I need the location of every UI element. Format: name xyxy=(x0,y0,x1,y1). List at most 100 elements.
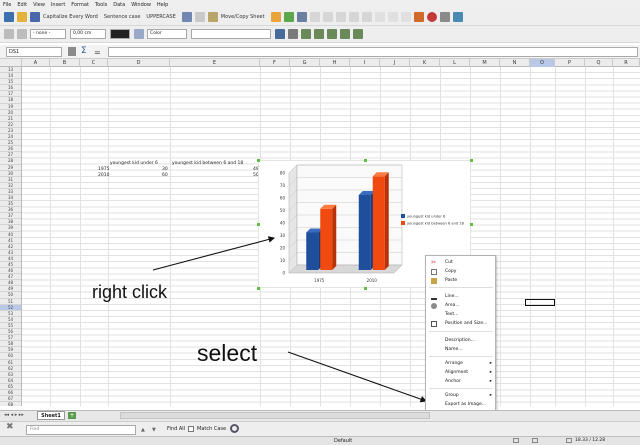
new-document-icon[interactable] xyxy=(4,12,14,22)
column-header[interactable]: K xyxy=(410,59,440,67)
menu-format[interactable]: Format xyxy=(71,2,89,8)
find-replace-icon[interactable] xyxy=(296,12,307,22)
column-header[interactable]: L xyxy=(440,59,470,67)
menu-item-arrange[interactable]: Arrange ▸ xyxy=(426,360,496,368)
area-style-icon[interactable] xyxy=(134,29,144,39)
line-arrow-icon[interactable] xyxy=(4,29,14,39)
view-normal-icon[interactable] xyxy=(513,438,519,443)
table-icon[interactable] xyxy=(309,12,320,22)
menu-item-text[interactable]: Text... xyxy=(426,311,496,319)
line-style-icon[interactable] xyxy=(17,29,27,39)
function-wizard-icon[interactable] xyxy=(68,47,76,56)
menu-item-group[interactable]: Group ▸ xyxy=(426,392,496,400)
menu-item-position-size[interactable]: Position and Size... xyxy=(426,320,496,328)
column-header[interactable]: A xyxy=(22,59,50,67)
area-fill-select[interactable] xyxy=(191,29,271,39)
column-header[interactable]: M xyxy=(470,59,500,67)
selection-handle[interactable] xyxy=(257,287,260,290)
column-header[interactable]: J xyxy=(380,59,410,67)
close-find-icon[interactable]: ✖ xyxy=(6,422,14,432)
column-header[interactable]: P xyxy=(555,59,585,67)
column-header[interactable]: N xyxy=(500,59,530,67)
menu-item-line[interactable]: Line... xyxy=(426,293,496,301)
horizontal-scrollbar[interactable] xyxy=(120,412,430,419)
align-icon[interactable] xyxy=(353,29,363,39)
selection-handle[interactable] xyxy=(364,287,367,290)
sort-icon[interactable] xyxy=(348,12,359,22)
line-color-select[interactable] xyxy=(110,29,130,39)
uppercase-button[interactable]: UPPERCASE xyxy=(146,14,175,20)
to-foreground-icon[interactable] xyxy=(327,29,337,39)
sheet-tab[interactable]: Sheet1 xyxy=(37,411,65,420)
find-replace-icon[interactable] xyxy=(230,424,239,433)
move-copy-sheet-button[interactable]: Move/Copy Sheet xyxy=(221,14,265,20)
to-background-icon[interactable] xyxy=(340,29,350,39)
formula-equals-icon[interactable]: = xyxy=(94,48,101,57)
copy-sheet-icon[interactable] xyxy=(194,12,205,22)
sentence-case-button[interactable]: Sentence case xyxy=(104,14,141,20)
special-char-icon[interactable] xyxy=(439,12,450,22)
menu-edit[interactable]: Edit xyxy=(17,2,27,8)
selection-handle[interactable] xyxy=(257,223,260,226)
menu-view[interactable]: View xyxy=(33,2,45,8)
undo-icon[interactable] xyxy=(270,12,281,22)
save-icon[interactable] xyxy=(30,12,40,22)
column-header[interactable]: I xyxy=(350,59,380,67)
column-header[interactable]: F xyxy=(260,59,290,67)
selection-handle[interactable] xyxy=(470,223,473,226)
menu-file[interactable]: File xyxy=(3,2,11,8)
bring-front-icon[interactable] xyxy=(301,29,311,39)
ship-wheel-icon[interactable] xyxy=(288,29,298,39)
menu-item-name[interactable]: Name... xyxy=(426,346,496,354)
area-color-select[interactable]: Color xyxy=(147,29,187,39)
sum-icon[interactable]: Σ xyxy=(81,46,87,56)
column-header[interactable]: B xyxy=(50,59,80,67)
menu-item-copy[interactable]: Copy xyxy=(426,268,496,276)
image-icon[interactable] xyxy=(181,12,192,22)
find-all-button[interactable]: Find All xyxy=(167,426,185,432)
chart-icon[interactable] xyxy=(400,12,411,22)
column-header[interactable]: R xyxy=(613,59,640,67)
menu-item-description[interactable]: Description... xyxy=(426,337,496,345)
menu-help[interactable]: Help xyxy=(157,2,168,8)
line-width-input[interactable]: 0,00 cm xyxy=(70,29,106,39)
filter-icon[interactable] xyxy=(361,12,372,22)
column-header-selected[interactable]: O xyxy=(530,59,555,67)
comment-icon[interactable] xyxy=(387,12,398,22)
match-case-checkbox[interactable] xyxy=(188,426,194,432)
column-header[interactable]: Q xyxy=(585,59,613,67)
menu-item-cut[interactable]: ✂ Cut xyxy=(426,259,496,267)
column-header[interactable]: C xyxy=(80,59,108,67)
open-folder-icon[interactable] xyxy=(17,12,27,22)
menu-data[interactable]: Data xyxy=(113,2,125,8)
link-icon[interactable] xyxy=(374,12,385,22)
find-previous-icon[interactable]: ▲ xyxy=(141,427,145,433)
insert-image-icon[interactable] xyxy=(413,12,424,22)
menu-item-paste[interactable]: Paste xyxy=(426,277,496,285)
selected-cell[interactable] xyxy=(525,299,555,306)
column-header[interactable]: H xyxy=(320,59,350,67)
name-box[interactable]: DS1 xyxy=(6,47,62,57)
anchor-icon[interactable] xyxy=(275,29,285,39)
menu-item-export-image[interactable]: Export as Image... xyxy=(426,401,496,409)
redo-icon[interactable] xyxy=(283,12,294,22)
line-style-select[interactable]: - none - xyxy=(30,29,66,39)
selection-handle[interactable] xyxy=(364,159,367,162)
menu-window[interactable]: Window xyxy=(131,2,151,8)
column-header[interactable]: E xyxy=(170,59,260,67)
send-back-icon[interactable] xyxy=(314,29,324,39)
menu-item-area[interactable]: Area... xyxy=(426,302,496,310)
menu-item-alignment[interactable]: Alignment ▸ xyxy=(426,369,496,377)
tab-navigation-arrows[interactable]: ◂◂ ◂ ▸ ▸▸ xyxy=(4,412,24,418)
menu-tools[interactable]: Tools xyxy=(95,2,107,8)
column-icon[interactable] xyxy=(335,12,346,22)
column-header[interactable]: G xyxy=(290,59,320,67)
add-sheet-icon[interactable]: + xyxy=(68,412,76,419)
find-input[interactable]: Find xyxy=(26,425,136,435)
row-icon[interactable] xyxy=(322,12,333,22)
find-next-icon[interactable]: ▼ xyxy=(152,427,156,433)
select-all-corner[interactable] xyxy=(0,59,22,67)
capitalize-every-word-button[interactable]: Capitalize Every Word xyxy=(43,14,98,20)
selection-handle[interactable] xyxy=(470,159,473,162)
menu-insert[interactable]: Insert xyxy=(51,2,65,8)
